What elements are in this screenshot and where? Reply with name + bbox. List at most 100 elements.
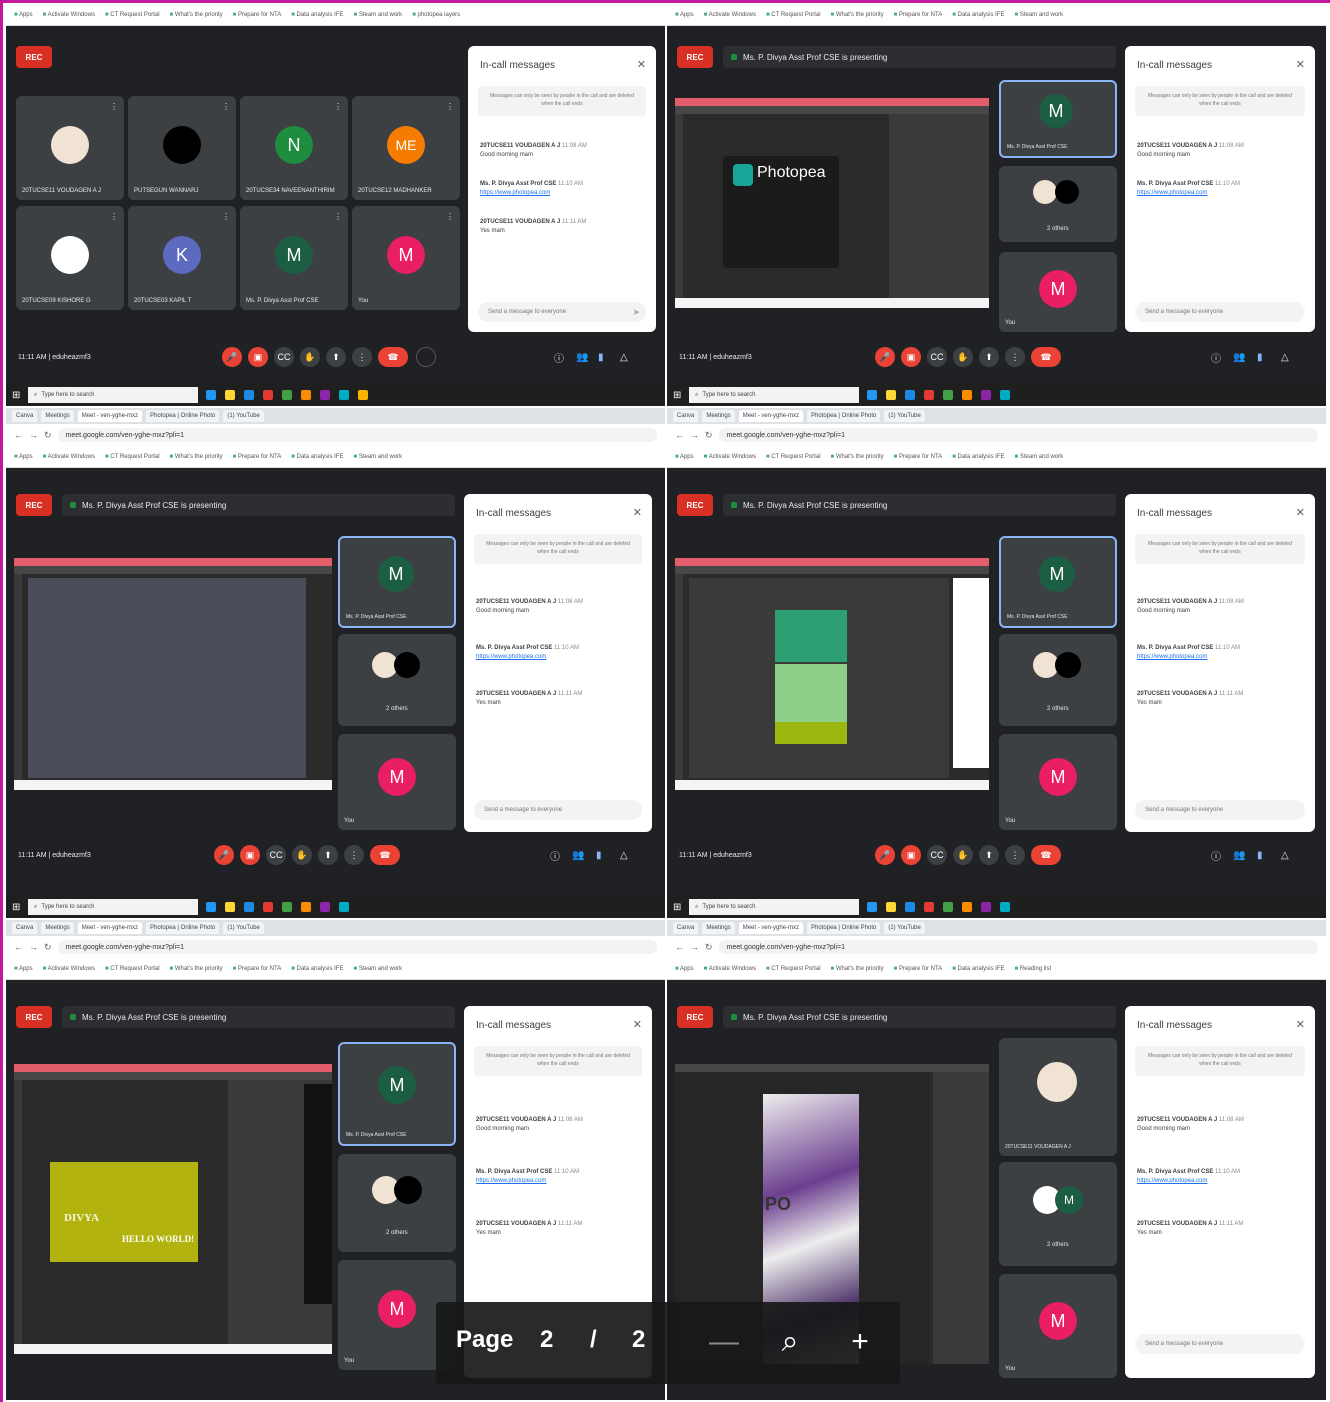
forward-icon[interactable]: →	[690, 942, 699, 952]
app-icon[interactable]	[282, 902, 292, 912]
present-icon[interactable]: ⬆	[979, 347, 999, 367]
bookmark[interactable]: photopea layers	[412, 12, 460, 18]
bookmark[interactable]: Data analysis IFE	[952, 12, 1005, 18]
windows-start-icon[interactable]: ⊞	[12, 390, 20, 401]
bookmark[interactable]: Prepare for NTA	[233, 454, 281, 460]
address-bar[interactable]: meet.google.com/ven-yghe-mxz?pli=1	[718, 940, 1318, 954]
back-icon[interactable]: ←	[14, 430, 23, 440]
info-icon[interactable]: ⓘ	[554, 350, 564, 365]
bookmark[interactable]: What's the priority	[170, 12, 223, 18]
app-icon[interactable]	[1000, 390, 1010, 400]
mic-icon[interactable]: 🎤	[214, 845, 234, 865]
more-options-icon[interactable]: ⋮	[344, 845, 364, 865]
chat-input[interactable]: Send a message to everyone	[478, 302, 646, 322]
bookmark[interactable]: Apps	[14, 454, 33, 460]
app-icon[interactable]	[206, 902, 216, 912]
bookmark[interactable]: Prepare for NTA	[233, 966, 281, 972]
hang-up-button[interactable]: ☎	[1031, 347, 1061, 367]
app-icon[interactable]	[244, 902, 254, 912]
app-icon[interactable]	[263, 902, 273, 912]
bookmark[interactable]: Activate Windows	[43, 454, 95, 460]
bookmark[interactable]: Prepare for NTA	[894, 12, 942, 18]
bookmark[interactable]: Steam and work	[1015, 12, 1063, 18]
app-icon[interactable]	[301, 902, 311, 912]
bookmark[interactable]: Activate Windows	[43, 12, 95, 18]
chat-icon[interactable]: ▮	[1257, 850, 1263, 861]
app-icon[interactable]	[339, 390, 349, 400]
reload-icon[interactable]: ↻	[705, 430, 713, 441]
browser-tab[interactable]: Meet - ven-yghe-mxz	[738, 922, 804, 934]
bookmark[interactable]: CT Request Portal	[105, 12, 159, 18]
participant-tile-presenter[interactable]: M Ms. P. Divya Asst Prof CSE	[338, 1042, 456, 1146]
app-icon[interactable]	[358, 390, 368, 400]
bookmark[interactable]: Apps	[675, 966, 694, 972]
bookmark[interactable]: Activate Windows	[43, 966, 95, 972]
raise-hand-icon[interactable]: ✋	[953, 347, 973, 367]
bookmark[interactable]: Steam and work	[354, 12, 402, 18]
app-icon[interactable]	[943, 902, 953, 912]
browser-tab[interactable]: Meet - ven-yghe-mxz	[77, 922, 143, 934]
bookmark[interactable]: What's the priority	[170, 454, 223, 460]
captions-icon[interactable]: CC	[274, 347, 294, 367]
app-icon[interactable]	[905, 390, 915, 400]
bookmark[interactable]: Prepare for NTA	[894, 454, 942, 460]
participant-tile-others[interactable]: 2 others	[999, 634, 1117, 726]
bookmark[interactable]: CT Request Portal	[766, 12, 820, 18]
browser-tab[interactable]: Canva	[12, 922, 38, 934]
chat-input[interactable]: Send a message to everyone	[1135, 1334, 1305, 1354]
app-icon[interactable]	[206, 390, 216, 400]
bookmark[interactable]: Data analysis IFE	[291, 454, 344, 460]
app-icon[interactable]	[339, 902, 349, 912]
browser-tab[interactable]: Meetings	[41, 922, 74, 934]
app-icon[interactable]	[225, 902, 235, 912]
participant-tile[interactable]: ⋮ PUTSEGUN WANNARJ	[128, 96, 236, 200]
bookmark[interactable]: CT Request Portal	[105, 966, 159, 972]
reload-icon[interactable]: ↻	[705, 942, 713, 953]
close-icon[interactable]: ✕	[633, 506, 642, 519]
browser-tab[interactable]: (1) YouTube	[223, 410, 264, 422]
bookmark[interactable]: What's the priority	[831, 12, 884, 18]
app-icon[interactable]	[924, 390, 934, 400]
browser-tab[interactable]: Meet - ven-yghe-mxz	[77, 410, 143, 422]
taskbar-search[interactable]: ⌕ Type here to search	[689, 387, 859, 403]
chat-input[interactable]: Send a message to everyone	[1135, 800, 1305, 820]
browser-tab[interactable]: Meetings	[41, 410, 74, 422]
present-icon[interactable]: ⬆	[326, 347, 346, 367]
app-icon[interactable]	[282, 390, 292, 400]
captions-icon[interactable]: CC	[927, 845, 947, 865]
reload-icon[interactable]: ↻	[44, 430, 52, 441]
app-icon[interactable]	[924, 902, 934, 912]
participant-tile-presenter[interactable]: M Ms. P. Divya Asst Prof CSE	[338, 536, 456, 628]
people-icon[interactable]: 👥	[1233, 352, 1245, 363]
windows-start-icon[interactable]: ⊞	[673, 902, 681, 913]
camera-icon[interactable]: ▣	[901, 845, 921, 865]
more-options-icon[interactable]: ⋮	[1005, 347, 1025, 367]
participant-tile-others[interactable]: 2 others	[999, 166, 1117, 242]
mic-icon[interactable]: 🎤	[875, 845, 895, 865]
chat-link[interactable]: https://www.photopea.com	[1137, 1178, 1207, 1184]
participant-tile-you[interactable]: M You	[999, 1274, 1117, 1378]
raise-hand-icon[interactable]: ✋	[953, 845, 973, 865]
browser-tab[interactable]: Photopea | Online Photo	[146, 410, 220, 422]
chat-input[interactable]: Send a message to everyone	[1135, 302, 1305, 322]
bookmark[interactable]: CT Request Portal	[105, 454, 159, 460]
participant-tile-you[interactable]: M You	[999, 734, 1117, 830]
chat-icon[interactable]: ▮	[1257, 352, 1263, 363]
info-icon[interactable]: ⓘ	[550, 848, 560, 863]
bookmark[interactable]: Activate Windows	[704, 12, 756, 18]
app-icon[interactable]	[981, 390, 991, 400]
bookmark[interactable]: CT Request Portal	[766, 454, 820, 460]
participant-tile-you[interactable]: M You	[338, 734, 456, 830]
close-icon[interactable]: ✕	[633, 1018, 642, 1031]
close-icon[interactable]: ✕	[1296, 506, 1305, 519]
chat-link[interactable]: https://www.photopea.com	[476, 654, 546, 660]
chat-link[interactable]: https://www.photopea.com	[1137, 654, 1207, 660]
close-icon[interactable]: ✕	[1296, 1018, 1305, 1031]
participant-tile-presenter[interactable]: M Ms. P. Divya Asst Prof CSE	[999, 536, 1117, 628]
people-icon[interactable]: 👥	[1233, 850, 1245, 861]
current-page[interactable]: 2	[540, 1326, 553, 1354]
captions-icon[interactable]: CC	[266, 845, 286, 865]
present-icon[interactable]: ⬆	[318, 845, 338, 865]
hang-up-button[interactable]: ☎	[370, 845, 400, 865]
bookmark[interactable]: Reading list	[1015, 966, 1051, 972]
